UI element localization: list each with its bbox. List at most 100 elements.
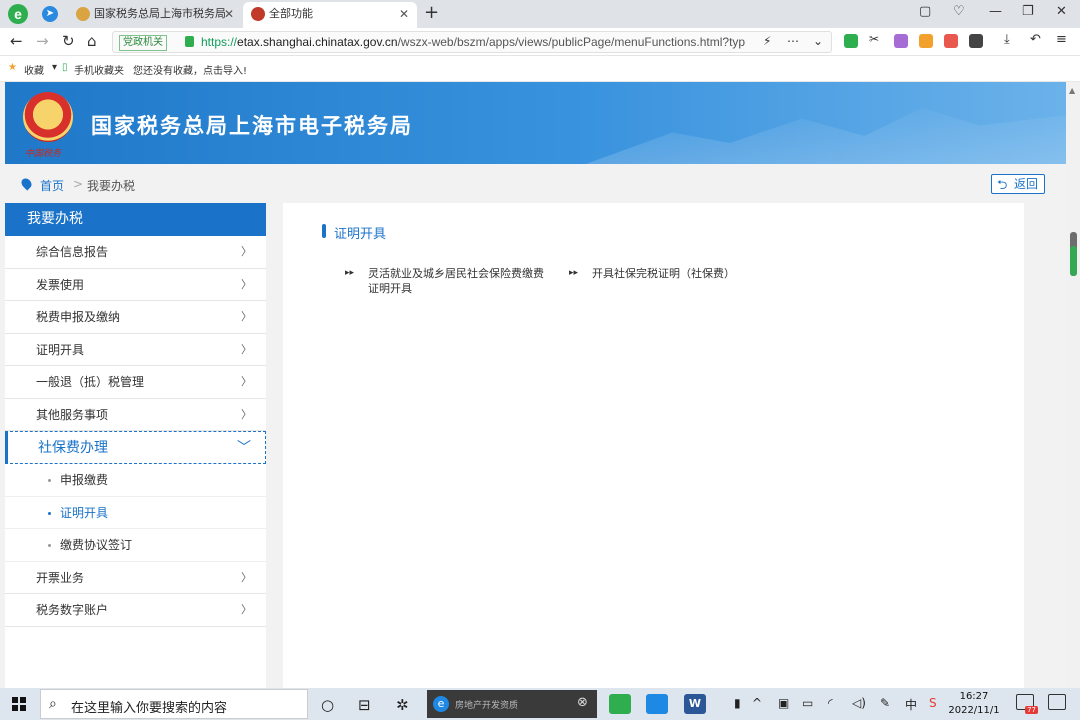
star-icon: ★	[8, 62, 17, 73]
sogou-icon[interactable]: S	[929, 696, 937, 710]
extension-icon[interactable]	[894, 34, 908, 48]
wifi-icon[interactable]: ◜	[828, 696, 833, 710]
sidebar-subitem-certificate[interactable]: 证明开具	[5, 497, 266, 529]
menu-icon[interactable]: ≡	[1056, 32, 1067, 47]
chevron-right-icon: 〉	[241, 375, 252, 388]
game-icon[interactable]	[944, 34, 958, 48]
apps-grid-icon[interactable]	[969, 34, 983, 48]
input-method-icon[interactable]: 中	[905, 696, 917, 713]
lightning-icon[interactable]: ⚡	[763, 34, 771, 48]
sidebar-item-tax-filing[interactable]: 税费申报及缴纳 〉	[5, 301, 266, 334]
back-button[interactable]: ⮌ 返回	[991, 174, 1045, 194]
close-icon[interactable]: ✕	[399, 2, 409, 26]
sidebar-subitem-agreement[interactable]: 缴费协议签订	[5, 529, 266, 562]
url-field[interactable]: 党政机关 https://etax.shanghai.chinatax.gov.…	[112, 31, 832, 53]
pen-icon[interactable]: ✎	[880, 696, 890, 710]
chevron-right-icon: 〉	[241, 245, 252, 258]
app-icon[interactable]: ✲	[396, 696, 409, 714]
browser-logo-icon[interactable]: e	[8, 4, 28, 24]
sidebar-item-invoice[interactable]: 发票使用 〉	[5, 269, 266, 301]
mobile-favorites-link[interactable]: 手机收藏夹	[74, 62, 124, 77]
more-icon[interactable]: ⋯	[787, 34, 799, 48]
sidebar-subitem-label: 缴费协议签订	[60, 538, 133, 552]
chevron-down-icon[interactable]: ▾	[52, 62, 57, 73]
chevron-right-icon: 〉	[241, 603, 252, 616]
emblem-caption: 中国税务	[25, 149, 62, 159]
battery-icon[interactable]: ▭	[802, 696, 813, 710]
tab-all-functions[interactable]: 全部功能 ✕	[243, 2, 417, 28]
search-placeholder: 在这里输入你要搜索的内容	[71, 701, 228, 716]
new-tab-icon[interactable]: +	[424, 2, 439, 23]
sidebar-item-info-report[interactable]: 综合信息报告 〉	[5, 236, 266, 269]
tab-count-icon[interactable]: ▢	[919, 4, 931, 19]
taskbar-search-input[interactable]: ⌕ 在这里输入你要搜索的内容	[40, 689, 308, 719]
close-icon[interactable]: ✕	[224, 2, 234, 26]
import-bookmarks-link[interactable]: 您还没有收藏，点击导入!	[133, 62, 247, 77]
page-scrollbar[interactable]: ▲	[1066, 82, 1080, 688]
sidebar-item-digital-account[interactable]: 税务数字账户 〉	[5, 594, 266, 627]
sidebar-subitem-declare-pay[interactable]: 申报缴费	[5, 464, 266, 497]
action-center-icon[interactable]	[1048, 694, 1066, 710]
word-icon[interactable]: W	[684, 694, 706, 714]
close-window-icon[interactable]: ✕	[1056, 4, 1067, 19]
skin-icon[interactable]: ♡	[953, 4, 965, 19]
function-label: 灵活就业及城乡居民社会保险费缴费证明开具	[368, 267, 544, 295]
telegram-icon[interactable]: ➤	[42, 6, 58, 22]
reload-icon[interactable]: ↻	[62, 32, 75, 50]
sidebar-item-social-insurance[interactable]: 社保费办理 ﹀	[5, 431, 266, 464]
chevron-right-icon: 〉	[241, 310, 252, 323]
double-arrow-icon: ▸▸	[569, 268, 579, 278]
download-icon[interactable]: ⤓	[1004, 32, 1010, 47]
chevron-right-icon: 〉	[241, 570, 252, 584]
clock-date: 2022/11/1	[948, 705, 1000, 716]
function-link-social-insurance-tax-certificate[interactable]: ▸▸ 开具社保完税证明（社保费）	[569, 266, 772, 281]
sidebar-item-other-services[interactable]: 其他服务事项 〉	[5, 399, 266, 431]
screenshot-icon[interactable]: ▣	[778, 696, 789, 710]
notification-icon[interactable]: 77	[1016, 694, 1038, 714]
bookmarks-bar: ★ 收藏 ▾ ▯ 手机收藏夹 您还没有收藏，点击导入!	[0, 56, 1080, 82]
browser-pinned-icon[interactable]	[609, 694, 631, 714]
back-arrow-icon[interactable]: ←	[10, 32, 23, 50]
shield-icon[interactable]	[919, 34, 933, 48]
chevron-right-icon: 〉	[241, 277, 252, 291]
sidebar-item-refund[interactable]: 一般退（抵）税管理 〉	[5, 366, 266, 399]
sidebar-item-certificate[interactable]: 证明开具 〉	[5, 334, 266, 366]
close-icon[interactable]: ⊗	[577, 695, 588, 710]
scissors-icon[interactable]: ✂	[869, 32, 883, 46]
return-arrow-icon: ⮌	[997, 178, 1008, 193]
battery-tray-icon[interactable]: ▮	[734, 696, 741, 710]
tab-title: 国家税务总局上海市税务局	[94, 7, 226, 20]
sidebar-item-label: 证明开具	[36, 342, 85, 357]
sidebar-item-invoicing[interactable]: 开票业务 〉	[5, 562, 266, 594]
breadcrumb-home-link[interactable]: 首页	[40, 177, 64, 194]
tax-emblem-logo	[23, 92, 73, 142]
mail-icon[interactable]	[646, 694, 668, 714]
favorites-button[interactable]: 收藏	[24, 62, 44, 77]
forward-arrow-icon[interactable]: →	[36, 32, 49, 50]
tab-tax-bureau[interactable]: 国家税务总局上海市税务局 ✕	[68, 2, 242, 28]
bullet-dot	[48, 544, 51, 547]
taskbar-ie-window[interactable]: e 房地产开发资质 ⊗	[427, 690, 597, 718]
home-icon[interactable]: ⌂	[87, 32, 97, 50]
undo-icon[interactable]: ↶	[1030, 32, 1041, 47]
clock[interactable]: 16:27 2022/11/1	[948, 690, 1000, 718]
tax-emblem-icon	[76, 7, 90, 21]
volume-icon[interactable]: ◁)	[852, 696, 866, 710]
sidebar-item-label: 社保费办理	[38, 440, 108, 456]
chevron-up-icon[interactable]: ^	[752, 696, 762, 710]
browser-tabstrip: e ➤ 国家税务总局上海市税务局 ✕ 全部功能 ✕ + ▢ ♡ — ❐ ✕	[0, 0, 1080, 28]
minimize-icon[interactable]: —	[989, 4, 1002, 19]
location-pin-icon	[19, 176, 34, 191]
windows-start-icon[interactable]	[12, 697, 26, 711]
lock-icon	[185, 36, 194, 47]
chevron-down-icon[interactable]: ⌄	[813, 34, 823, 48]
sidebar-item-label: 一般退（抵）税管理	[36, 375, 145, 389]
maximize-icon[interactable]: ❐	[1022, 4, 1034, 19]
double-arrow-icon: ▸▸	[345, 268, 355, 278]
extension-chat-icon[interactable]	[844, 34, 858, 48]
cortana-icon[interactable]: ○	[321, 696, 334, 714]
task-view-icon[interactable]: ⊟	[358, 696, 371, 714]
function-link-flexible-employment-certificate[interactable]: ▸▸ 灵活就业及城乡居民社会保险费缴费证明开具	[345, 266, 553, 296]
scroll-up-icon[interactable]: ▲	[1069, 86, 1075, 95]
scroll-position-marker	[1070, 246, 1077, 276]
